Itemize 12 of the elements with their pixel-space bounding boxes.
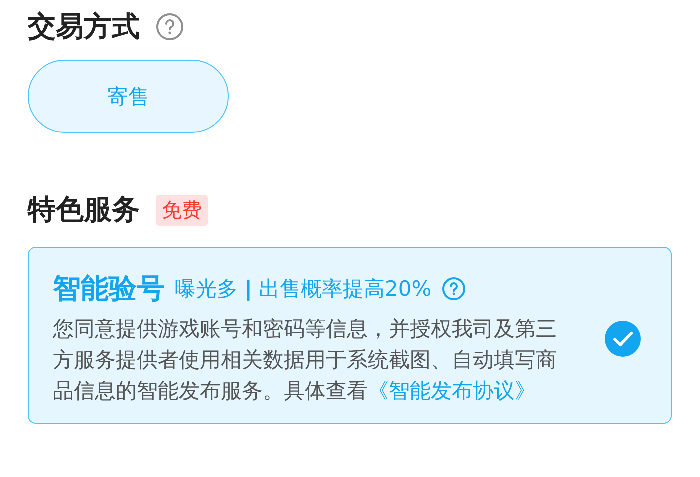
help-icon[interactable] bbox=[442, 277, 466, 301]
service-card[interactable]: 智能验号 曝光多 | 出售概率提高20% 您同意提供游戏账号和密码等信息，并授权我司及第三方服务提供者使用相关数据用于系统截图、自动填写商品信息的智能发布服务。具体查看《智能发布协议》 bbox=[28, 247, 672, 424]
service-title: 智能验号 bbox=[53, 271, 165, 307]
agreement-link[interactable]: 《智能发布协议》 bbox=[368, 379, 536, 403]
free-badge: 免费 bbox=[156, 194, 208, 226]
section-title: 交易方式 bbox=[28, 9, 140, 45]
section-title: 特色服务 bbox=[28, 192, 140, 228]
service-description: 您同意提供游戏账号和密码等信息，并授权我司及第三方服务提供者使用相关数据用于系统截图、自动填写商品信息的智能发布服务。具体查看《智能发布协议》 bbox=[53, 316, 558, 405]
help-icon[interactable] bbox=[156, 13, 184, 41]
service-tagline: 曝光多 | 出售概率提高20% bbox=[175, 276, 432, 303]
checkbox[interactable] bbox=[605, 320, 641, 356]
option-button[interactable]: 寄售 bbox=[28, 60, 229, 133]
